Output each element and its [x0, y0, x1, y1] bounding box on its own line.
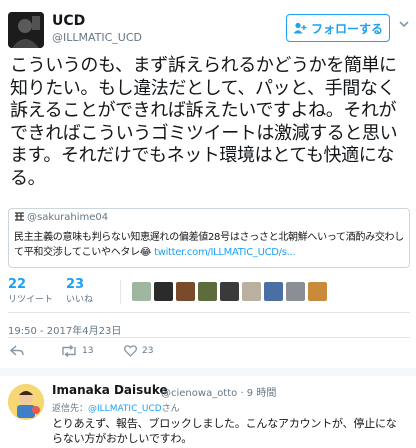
- liker-avatar[interactable]: [242, 282, 261, 301]
- liker-avatar[interactable]: [154, 282, 173, 301]
- liker-avatar[interactable]: [286, 282, 305, 301]
- liker-avatar[interactable]: [176, 282, 195, 301]
- retweet-label: リツイート: [8, 295, 54, 305]
- quoted-tweet-handle[interactable]: @sakurahime04: [27, 212, 108, 223]
- retweet-action-count: 13: [82, 346, 94, 356]
- divider: [8, 312, 410, 313]
- quoted-tweet-text: 民主主義の意味も判らない知恵遅れの偏差値28号はさっさと北朝鮮へいって酒酌み交わ…: [14, 231, 406, 260]
- like-action-count: 23: [142, 346, 154, 356]
- retweet-count: 22: [8, 277, 27, 292]
- author-handle[interactable]: @ILLMATIC_UCD: [52, 31, 142, 44]
- like-label: いいね: [66, 295, 94, 305]
- reply-icon[interactable]: [10, 345, 24, 357]
- liker-avatar[interactable]: [198, 282, 217, 301]
- liker-avatar[interactable]: [308, 282, 327, 301]
- chevron-down-icon[interactable]: [399, 19, 409, 29]
- author-avatar[interactable]: [8, 12, 44, 48]
- reply-to-suffix: さん: [161, 404, 180, 414]
- reply-to-handle[interactable]: @ILLMATIC_UCD: [88, 404, 162, 414]
- liker-avatar[interactable]: [220, 282, 239, 301]
- reply-author-handle[interactable]: @cienowa_otto · 9 時間: [161, 384, 276, 399]
- liker-avatar[interactable]: [264, 282, 283, 301]
- liker-avatar[interactable]: [132, 282, 151, 301]
- section-separator: [0, 368, 416, 376]
- divider: [8, 337, 410, 338]
- like-count: 23: [66, 277, 85, 292]
- follow-label: フォローする: [310, 21, 383, 36]
- quote-author-avatar-icon: [15, 212, 24, 221]
- tweet-text: こういうのも、まず訴えられるかどうかを簡単に知りたい。もし違法だとして、パッと、…: [10, 55, 398, 189]
- heart-icon[interactable]: [124, 345, 137, 357]
- retweet-stat[interactable]: 22 リツイート: [8, 277, 53, 305]
- quoted-tweet-header: @sakurahime04: [14, 212, 108, 223]
- stats-divider: [120, 280, 121, 304]
- add-user-icon: [293, 22, 307, 34]
- reply-to-line: 返信先：@ILLMATIC_UCDさん: [52, 401, 180, 414]
- follow-button[interactable]: フォローする: [286, 14, 390, 42]
- like-stat[interactable]: 23 いいね: [66, 277, 93, 305]
- reply-author-name[interactable]: Imanaka Daisuke: [52, 383, 168, 397]
- reply-author-avatar[interactable]: [8, 384, 44, 420]
- reply-text: とりあえず、報告、ブロックしました。こんなアカウントが、停止にならない方がおかし…: [52, 417, 397, 445]
- retweet-icon[interactable]: [60, 345, 78, 357]
- author-name[interactable]: UCD: [52, 13, 85, 29]
- quoted-tweet-link[interactable]: twitter.com/ILLMATIC_UCD/s...: [154, 247, 296, 258]
- liker-avatars: [132, 282, 327, 301]
- tweet-timestamp[interactable]: 19:50 - 2017年4月23日: [8, 322, 121, 337]
- reply-to-prefix: 返信先：: [52, 404, 89, 414]
